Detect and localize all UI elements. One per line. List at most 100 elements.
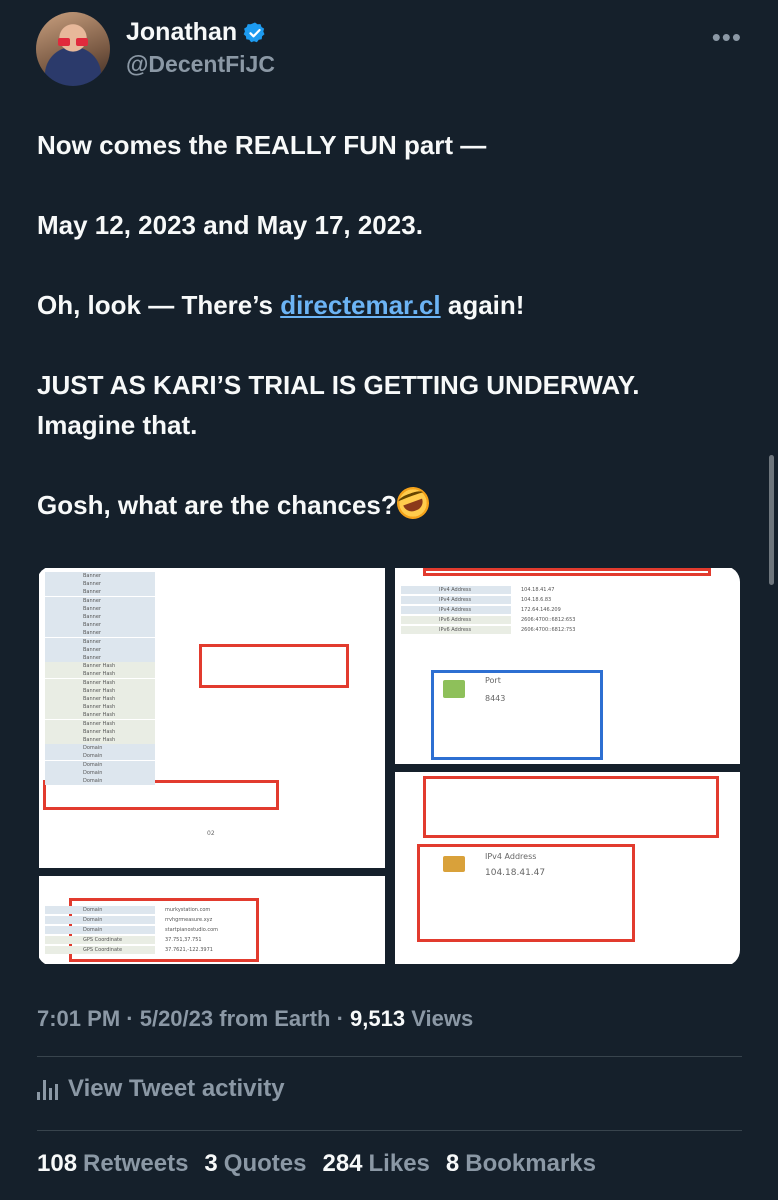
row-key: Banner Hash: [45, 670, 155, 679]
analytics-bars-icon: [37, 1078, 58, 1100]
data-row: Banner: [45, 654, 379, 662]
data-row: Banner Hash: [45, 719, 379, 728]
retweets-stat[interactable]: 108 Retweets: [37, 1150, 188, 1178]
data-row: Domain: [45, 744, 379, 753]
quotes-label: Quotes: [223, 1150, 307, 1177]
tweet-line-text: Oh, look — There’s: [37, 290, 281, 320]
media-image-3[interactable]: IPv4 Address 104.18.41.47 IPv4 Address 104…: [395, 568, 740, 764]
tweet-header: Jonathan @DecentFiJC •••: [36, 8, 746, 88]
data-row: Banner: [45, 588, 379, 597]
row-key: Banner Hash: [45, 727, 155, 736]
retweets-label: Retweets: [83, 1150, 189, 1177]
quotes-stat[interactable]: 3 Quotes: [204, 1150, 306, 1178]
tweet-text: Now comes the REALLY FUN part — May 12, …: [37, 125, 737, 525]
bookmarks-count: 8: [445, 1150, 460, 1177]
more-options-icon[interactable]: •••: [712, 24, 742, 50]
data-row: IPv6 Address 2606:4700::6812:653: [401, 616, 734, 624]
tweet-meta: 7:01 PM · 5/20/23 from Earth · 9,513 Vie…: [37, 1006, 473, 1032]
data-row: Banner Hash: [45, 727, 379, 736]
data-row: Banner: [45, 637, 379, 646]
views-label: Views: [405, 1006, 474, 1031]
row-key: Banner Hash: [45, 719, 155, 728]
data-row: Banner: [45, 629, 379, 638]
media-grid[interactable]: 02 Banner Banner Banner Banner Banner Banner B…: [37, 566, 740, 966]
row-key: Domain: [45, 752, 155, 761]
tweet-line: Gosh, what are the chances?: [37, 482, 737, 525]
card-title: Port: [485, 676, 501, 685]
likes-count: 284: [322, 1150, 363, 1177]
quotes-count: 3: [204, 1150, 218, 1177]
highlight-box: [423, 568, 711, 576]
retweets-count: 108: [37, 1150, 78, 1177]
highlight-box: [423, 776, 719, 838]
data-row: Domain: [45, 752, 379, 761]
data-row: Banner: [45, 645, 379, 654]
views-count: 9,513: [350, 1006, 406, 1031]
data-row: Banner: [45, 613, 379, 621]
media-image-1[interactable]: 02 Banner Banner Banner Banner Banner Banner B…: [39, 568, 385, 868]
tweet-line: Imagine that.: [37, 410, 198, 440]
data-row: Banner Hash: [45, 736, 379, 744]
data-row: Banner Hash: [45, 711, 379, 720]
display-name[interactable]: Jonathan: [126, 18, 275, 47]
data-row: Banner: [45, 580, 379, 589]
avatar[interactable]: [36, 12, 110, 86]
row-key: Banner Hash: [45, 686, 155, 695]
data-row: Banner Hash: [45, 670, 379, 679]
tweet-line-text: again!: [440, 290, 525, 320]
row-key: Banner: [45, 596, 155, 605]
row-key: Banner Hash: [45, 662, 155, 671]
row-key: Banner Hash: [45, 711, 155, 720]
rolling-on-floor-laughing-emoji: [392, 482, 434, 524]
tweet-source: from Earth: [213, 1006, 331, 1031]
card-value: 8443: [485, 694, 506, 703]
data-row: Banner Hash: [45, 662, 379, 671]
view-tweet-activity-button[interactable]: View Tweet activity: [37, 1075, 285, 1103]
engagement-stats: 108 Retweets 3 Quotes 284 Likes 8 Bookmarks: [37, 1150, 596, 1178]
row-key: Banner: [45, 637, 155, 646]
row-key: Banner: [45, 645, 155, 654]
card-value: 104.18.41.47: [485, 868, 546, 878]
scrollbar[interactable]: [769, 455, 774, 585]
tweet-date[interactable]: 5/20/23: [140, 1006, 213, 1031]
tweet-line: May 12, 2023 and May 17, 2023.: [37, 210, 423, 240]
row-key: Banner: [45, 572, 155, 580]
author-block[interactable]: Jonathan @DecentFiJC: [126, 18, 275, 78]
row-key: Domain: [45, 777, 155, 785]
row-key: Banner: [45, 629, 155, 638]
divider: [37, 1056, 742, 1057]
avatar-glasses: [58, 38, 88, 46]
tweet-line: JUST AS KARI’S TRIAL IS GETTING UNDERWAY…: [37, 370, 640, 400]
data-row: Banner Hash: [45, 703, 379, 712]
data-row: IPv4 Address 104.18.6.83: [401, 596, 734, 604]
data-row: IPv6 Address 2606:4700::6812:753: [401, 626, 734, 634]
verified-badge-icon: [243, 22, 265, 42]
likes-stat[interactable]: 284 Likes: [322, 1150, 429, 1178]
media-image-2[interactable]: Domain murkystation.com Domain rrvhgrmeasu…: [39, 876, 385, 964]
bookmarks-stat[interactable]: 8 Bookmarks: [446, 1150, 596, 1178]
row-key: Domain: [45, 760, 155, 769]
separator: ·: [120, 1006, 140, 1031]
display-name-text: Jonathan: [126, 18, 238, 46]
tweet-line: Now comes the REALLY FUN part —: [37, 130, 487, 160]
separator: ·: [330, 1006, 351, 1031]
row-key: Banner: [45, 613, 155, 621]
activity-label: View Tweet activity: [68, 1075, 285, 1102]
row-key: Banner Hash: [45, 736, 155, 744]
directemar-link[interactable]: directemar.cl: [280, 290, 440, 320]
media-image-4[interactable]: IPv4 Address 104.18.41.47: [395, 772, 740, 964]
row-key: Domain: [45, 744, 155, 753]
data-row: Domain murkystation.com: [45, 906, 379, 914]
data-row: Banner: [45, 621, 379, 630]
data-row: Domain: [45, 760, 379, 769]
handle[interactable]: @DecentFiJC: [126, 51, 275, 78]
data-row: Banner: [45, 604, 379, 613]
port-icon: [443, 680, 465, 698]
tweet-time[interactable]: 7:01 PM: [37, 1006, 120, 1031]
divider: [37, 1130, 742, 1131]
bookmarks-label: Bookmarks: [465, 1150, 596, 1177]
data-row: Domain startpianostudio.com: [45, 926, 379, 934]
row-key: Domain: [45, 768, 155, 777]
data-row: Domain: [45, 777, 379, 785]
page-number: 02: [207, 830, 215, 837]
